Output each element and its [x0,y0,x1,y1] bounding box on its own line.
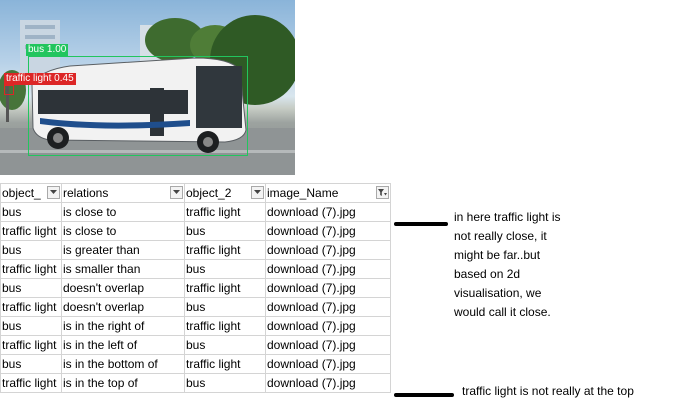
detection-photo: bus 1.00 traffic light 0.45 [0,0,295,175]
dropdown-arrow-icon [254,190,261,194]
cell-image-name[interactable]: download (7).jpg [265,373,391,393]
filter-active-image-name[interactable] [376,186,389,199]
annotation-note-top: traffic light is not really at the top [462,384,634,398]
cell-object-1[interactable]: traffic light [0,335,62,355]
cell-object-2[interactable]: bus [184,373,266,393]
cell-relations[interactable]: is close to [61,221,185,241]
cell-relations[interactable]: doesn't overlap [61,278,185,298]
cell-image-name[interactable]: download (7).jpg [265,202,391,222]
table-row: bus is greater than traffic light download … [0,240,391,260]
cell-object-2[interactable]: traffic light [184,354,266,374]
cell-object-1[interactable]: traffic light [0,297,62,317]
cell-image-name[interactable]: download (7).jpg [265,221,391,241]
cell-object-2[interactable]: traffic light [184,316,266,336]
column-header-image-name[interactable]: image_Name [265,183,391,203]
cell-image-name[interactable]: download (7).jpg [265,278,391,298]
annotation-dash-2 [394,393,454,397]
cell-relations[interactable]: is in the top of [61,373,185,393]
table-row: bus is in the right of traffic light downlo… [0,316,391,336]
cell-image-name[interactable]: download (7).jpg [265,259,391,279]
table-row: bus doesn't overlap traffic light download … [0,278,391,298]
cell-relations[interactable]: is in the left of [61,335,185,355]
cell-object-2[interactable]: traffic light [184,240,266,260]
cell-image-name[interactable]: download (7).jpg [265,240,391,260]
cell-object-2[interactable]: bus [184,221,266,241]
filter-dropdown-relations[interactable] [170,186,183,199]
dropdown-arrow-icon [50,190,57,194]
cell-image-name[interactable]: download (7).jpg [265,335,391,355]
filter-funnel-icon [378,189,387,196]
cell-object-1[interactable]: bus [0,202,62,222]
table-row: bus is close to traffic light download (7).… [0,202,391,222]
cell-object-1[interactable]: bus [0,278,62,298]
relations-table: object_ relations object_2 image_Name bu… [0,183,391,393]
cell-object-1[interactable]: bus [0,316,62,336]
cell-relations[interactable]: is smaller than [61,259,185,279]
cell-object-1[interactable]: traffic light [0,259,62,279]
table-header-row: object_ relations object_2 image_Name [0,183,391,203]
cell-relations[interactable]: doesn't overlap [61,297,185,317]
traffic-light-detection-label: traffic light 0.45 [4,73,76,85]
bus-detection-label: bus 1.00 [26,44,69,56]
cell-object-2[interactable]: bus [184,297,266,317]
column-header-object-2[interactable]: object_2 [184,183,266,203]
traffic-light-bounding-box [4,85,14,95]
table-row: traffic light is in the top of bus download… [0,373,391,393]
table-row: traffic light is close to bus download (7).… [0,221,391,241]
cell-image-name[interactable]: download (7).jpg [265,316,391,336]
cell-object-1[interactable]: traffic light [0,373,62,393]
column-header-relations[interactable]: relations [61,183,185,203]
cell-object-2[interactable]: traffic light [184,278,266,298]
cell-relations[interactable]: is in the right of [61,316,185,336]
cell-relations[interactable]: is greater than [61,240,185,260]
cell-object-1[interactable]: bus [0,354,62,374]
dropdown-arrow-icon [173,190,180,194]
filter-dropdown-object-2[interactable] [251,186,264,199]
table-row: traffic light is in the left of bus downloa… [0,335,391,355]
cell-object-1[interactable]: traffic light [0,221,62,241]
cell-image-name[interactable]: download (7).jpg [265,354,391,374]
cell-relations[interactable]: is in the bottom of [61,354,185,374]
cell-object-2[interactable]: traffic light [184,202,266,222]
table-row: bus is in the bottom of traffic light downl… [0,354,391,374]
table-row: traffic light is smaller than bus download … [0,259,391,279]
column-header-object-1[interactable]: object_ [0,183,62,203]
cell-object-2[interactable]: bus [184,259,266,279]
filter-dropdown-object-1[interactable] [47,186,60,199]
table-row: traffic light doesn't overlap bus download … [0,297,391,317]
cell-object-1[interactable]: bus [0,240,62,260]
cell-relations[interactable]: is close to [61,202,185,222]
cell-object-2[interactable]: bus [184,335,266,355]
cell-image-name[interactable]: download (7).jpg [265,297,391,317]
annotation-note-close: in here traffic light is not really clos… [454,210,561,319]
annotation-dash-1 [394,222,448,226]
bus-bounding-box [28,56,248,156]
